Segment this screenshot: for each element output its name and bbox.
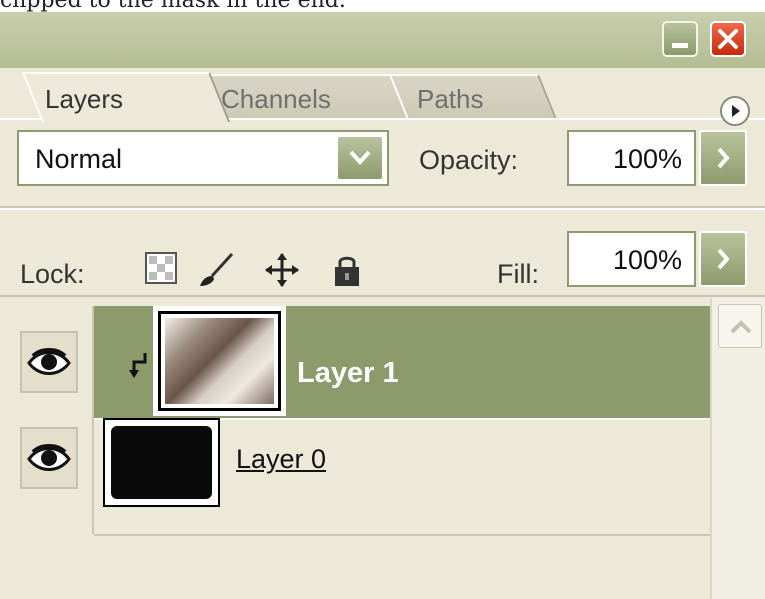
palette-titlebar[interactable] (0, 12, 765, 68)
move-icon (265, 253, 299, 287)
lock-label: Lock: (20, 259, 85, 289)
blend-dropdown-button[interactable] (337, 136, 383, 180)
tab-bar: Channels Paths Layers (0, 68, 765, 122)
chevron-right-icon (717, 147, 730, 169)
tab-layers-label: Layers (45, 84, 124, 114)
tab-paths-label: Paths (417, 84, 484, 114)
opacity-slider-button[interactable] (699, 130, 747, 186)
fill-slider-button[interactable] (699, 231, 747, 287)
blend-mode-value: Normal (35, 144, 123, 174)
layer-0-mask-image (111, 426, 212, 499)
layers-list-divider (0, 295, 765, 297)
layers-list: Layer 1 Layer 0 (0, 298, 710, 599)
brush-icon (200, 252, 234, 286)
layer-row-layer-1[interactable]: Layer 1 (0, 306, 710, 418)
layer-1-visibility-toggle[interactable] (20, 331, 78, 393)
layer-1-name[interactable]: Layer 1 (297, 357, 399, 390)
fill-label: Fill: (497, 259, 539, 289)
chevron-up-icon (730, 320, 752, 334)
eye-icon (27, 444, 71, 471)
layer-1-thumbnail[interactable] (153, 306, 286, 416)
tab-layers[interactable]: Layers (21, 72, 231, 122)
opacity-value: 100% (612, 144, 682, 174)
opacity-label: Opacity: (419, 145, 519, 175)
layer-0-visibility-toggle[interactable] (20, 427, 78, 489)
layers-scrollbar[interactable] (710, 298, 765, 599)
blend-mode-select[interactable]: Normal (17, 130, 389, 186)
lock-pixels-button[interactable] (196, 252, 236, 293)
clipping-mask-icon (129, 353, 147, 378)
scroll-up-button[interactable] (718, 304, 762, 348)
options-divider-highlight (0, 208, 765, 210)
lock-transparency-button[interactable] (145, 252, 177, 289)
eye-icon (27, 348, 71, 375)
fill-value: 100% (612, 245, 682, 275)
minimize-icon (672, 43, 688, 48)
tab-channels-label: Channels (221, 84, 331, 114)
layer-row-separator (94, 534, 710, 536)
lock-position-button[interactable] (264, 252, 300, 293)
palette-menu-button[interactable] (720, 96, 750, 126)
play-arrow-icon (732, 105, 740, 117)
chevron-down-icon (349, 150, 371, 165)
chevron-right-icon (717, 248, 730, 270)
layer-0-name[interactable]: Layer 0 (236, 444, 326, 475)
layers-palette: Channels Paths Layers Normal Opacity: 10… (0, 12, 765, 599)
opacity-input[interactable]: 100% (567, 130, 696, 186)
layer-1-thumbnail-image (165, 318, 274, 404)
layer-row-layer-0[interactable]: Layer 0 (0, 418, 710, 530)
close-icon (718, 29, 738, 49)
close-button[interactable] (710, 21, 746, 57)
transparency-icon (145, 252, 177, 284)
layer-0-thumbnail[interactable] (103, 418, 220, 507)
fill-input[interactable]: 100% (567, 231, 696, 287)
padlock-icon (335, 256, 359, 286)
lock-all-button[interactable] (332, 252, 362, 293)
tab-paths[interactable]: Paths (388, 74, 558, 120)
minimize-button[interactable] (662, 21, 698, 57)
